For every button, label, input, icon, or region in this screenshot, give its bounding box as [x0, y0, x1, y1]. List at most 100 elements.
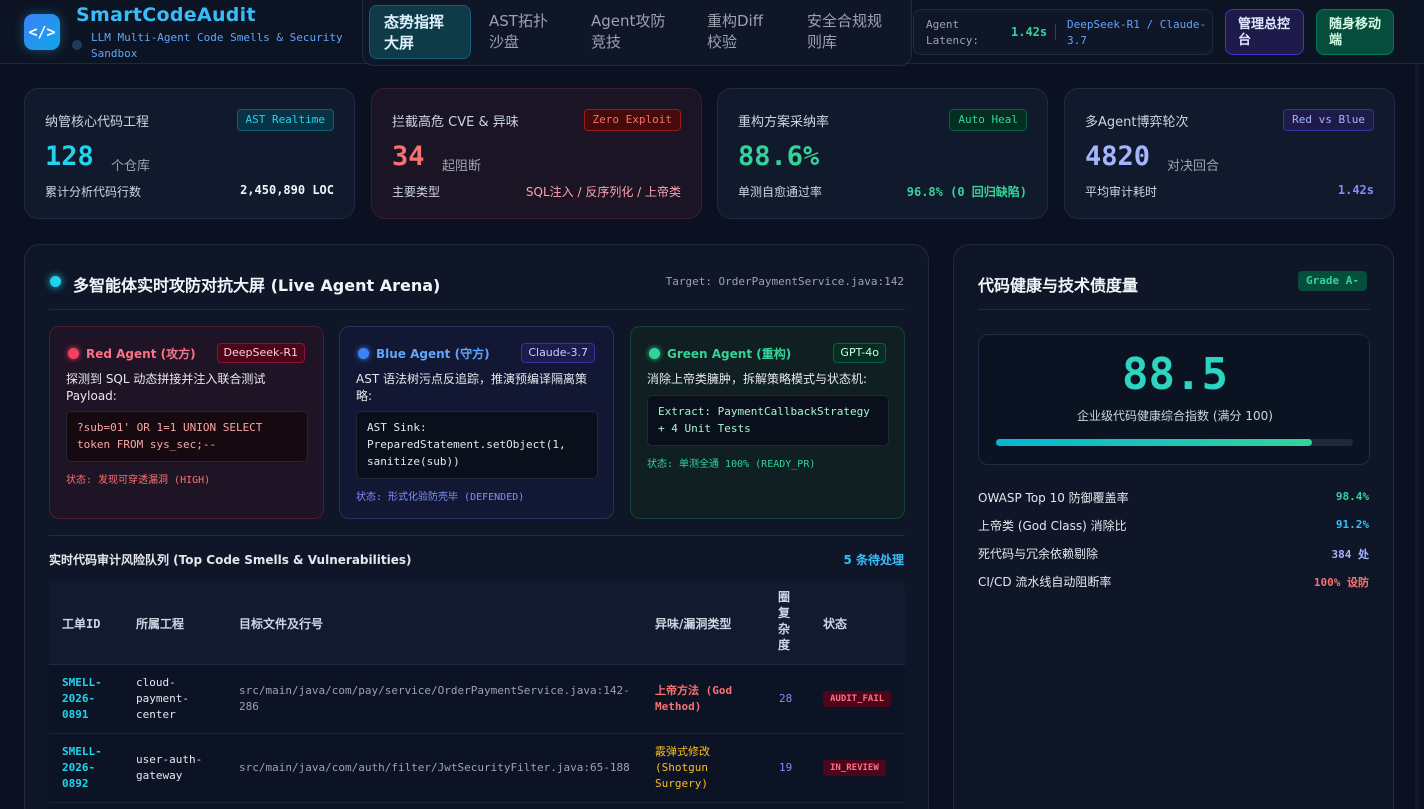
- smell-type: 上帝方法 (God Method): [655, 684, 733, 713]
- kpi-value: 4820: [1085, 141, 1151, 172]
- agent-name: Red Agent (攻方): [86, 347, 196, 361]
- admin-console-button[interactable]: 管理总控台: [1225, 9, 1304, 55]
- column-header-type: 异味/漏洞类型: [655, 617, 732, 631]
- health-title: 代码健康与技术债度量: [978, 276, 1139, 295]
- metric-value: 384 处: [1331, 548, 1370, 561]
- arena-title: 多智能体实时攻防对抗大屏 (Live Agent Arena): [73, 276, 441, 295]
- latency-value: 1.42s: [1011, 25, 1048, 39]
- risk-queue-table: 工单ID 所属工程 目标文件及行号 异味/漏洞类型 圈复杂度 状态 SMELL-…: [49, 581, 905, 809]
- kpi-label: 重构方案采纳率: [738, 115, 830, 130]
- nav-tab-agent-arena[interactable]: Agent攻防竞技: [577, 5, 689, 59]
- pending-count-link[interactable]: 5 条待处理: [843, 551, 904, 568]
- ticket-id[interactable]: SMELL-2026-0892: [62, 744, 118, 792]
- kpi-value: 128: [45, 141, 94, 172]
- agent-status: 状态: 形式化验防壳毕 (DEFENDED): [356, 492, 525, 503]
- agent-arena-panel: 多智能体实时攻防对抗大屏 (Live Agent Arena) Target: …: [24, 244, 929, 809]
- kpi-unit: 个仓库: [111, 159, 151, 174]
- green-agent-dot-icon: [649, 348, 660, 359]
- nav-tab-refactor-diff[interactable]: 重构Diff校验: [693, 5, 787, 59]
- blue-agent-card[interactable]: Blue Agent (守方) Claude-3.7 AST 语法树污点反追踪，…: [339, 326, 614, 519]
- metric-label: 上帝类 (God Class) 消除比: [978, 519, 1127, 533]
- health-score-box: 88.5 企业级代码健康综合指数 (满分 100): [978, 334, 1370, 465]
- grade-badge: Grade A-: [1298, 271, 1367, 291]
- agent-model-badge: Claude-3.7: [521, 343, 595, 363]
- agent-model-badge: DeepSeek-R1: [216, 343, 305, 363]
- metric-value: 91.2%: [1335, 518, 1369, 531]
- metric-label: OWASP Top 10 防御覆盖率: [978, 491, 1129, 505]
- ticket-id[interactable]: SMELL-2026-0891: [62, 675, 118, 723]
- kpi-foot-label: 平均审计耗时: [1085, 185, 1158, 199]
- file-path: src/main/java/com/pay/service/OrderPayme…: [239, 684, 630, 713]
- agent-description: 消除上帝类臃肿，拆解策略模式与状态机:: [647, 372, 868, 386]
- table-row[interactable]: SMELL-2026-0892 user-auth-gateway src/ma…: [49, 734, 905, 803]
- metric-value: 98.4%: [1335, 490, 1369, 503]
- health-score: 88.5: [1122, 349, 1228, 400]
- latency-divider: [1055, 24, 1056, 40]
- kpi-foot-label: 主要类型: [392, 185, 441, 199]
- kpi-badge: Auto Heal: [949, 109, 1027, 131]
- column-header-project: 所属工程: [136, 617, 185, 631]
- latency-label: Agent Latency:: [926, 18, 979, 47]
- agent-code-snippet: ?sub=01' OR 1=1 UNION SELECT token FROM …: [66, 411, 308, 462]
- kpi-foot-label: 单测自愈通过率: [738, 185, 823, 199]
- kpi-card-projects: 纳管核心代码工程 AST Realtime 128 个仓库 累计分析代码行数 2…: [24, 88, 355, 219]
- column-header-complexity: 圈复杂度: [778, 590, 791, 652]
- agent-code-snippet: AST Sink: PreparedStatement.setObject(1,…: [356, 411, 598, 479]
- kpi-foot-value: SQL注入 / 反序列化 / 上帝类: [525, 185, 681, 199]
- column-header-status: 状态: [823, 617, 848, 631]
- kpi-unit: 起阻断: [442, 159, 482, 174]
- divider: [49, 535, 905, 536]
- divider: [49, 309, 905, 310]
- nav-tab-dashboard[interactable]: 态势指挥大屏: [369, 5, 471, 59]
- nav-tab-compliance-rules[interactable]: 安全合规规则库: [793, 5, 909, 59]
- kpi-value: 88.6%: [738, 141, 820, 172]
- status-badge: AUDIT_FAIL: [823, 691, 892, 707]
- model-names: DeepSeek-R1 / Claude-3.7: [1067, 18, 1207, 47]
- project-name: cloud-payment-center: [136, 676, 189, 721]
- health-progress-fill: [996, 439, 1312, 446]
- agent-model-badge: GPT-4o: [833, 343, 886, 363]
- health-progress-track: [996, 439, 1353, 446]
- kpi-card-refactor-adoption: 重构方案采纳率 Auto Heal 88.6% 单测自愈通过率 96.8% (0…: [717, 88, 1048, 219]
- agent-name: Blue Agent (守方): [376, 347, 490, 361]
- agent-status: 状态: 单测全通 100% (READY_PR): [647, 459, 816, 470]
- table-row[interactable]: SMELL-2026-0891 cloud-payment-center src…: [49, 665, 905, 734]
- kpi-unit: 对决回合: [1167, 159, 1220, 174]
- kpi-foot-value: 1.42s: [1337, 183, 1374, 197]
- app-title: SmartCodeAudit: [76, 4, 256, 26]
- kpi-value: 34: [392, 141, 425, 172]
- kpi-badge: Zero Exploit: [583, 109, 681, 131]
- health-score-label: 企业级代码健康综合指数 (满分 100): [1077, 409, 1273, 423]
- kpi-badge: Red vs Blue: [1283, 109, 1374, 131]
- table-header: 工单ID 所属工程 目标文件及行号 异味/漏洞类型 圈复杂度 状态: [49, 581, 905, 665]
- smell-type: 霰弹式修改 (Shotgun Surgery): [655, 745, 710, 790]
- kpi-badge: AST Realtime: [236, 109, 334, 131]
- page-scrollbar[interactable]: [1415, 64, 1419, 809]
- red-agent-dot-icon: [68, 348, 79, 359]
- mobile-view-button[interactable]: 随身移动端: [1316, 9, 1394, 55]
- agent-code-snippet: Extract: PaymentCallbackStrategy + 4 Uni…: [647, 395, 889, 446]
- status-badge: IN_REVIEW: [823, 760, 886, 776]
- kpi-label: 拦截高危 CVE & 异味: [392, 115, 519, 130]
- file-path: src/main/java/com/auth/filter/JwtSecurit…: [239, 761, 630, 774]
- green-agent-card[interactable]: Green Agent (重构) GPT-4o 消除上帝类臃肿，拆解策略模式与状…: [630, 326, 905, 519]
- agent-description: 探测到 SQL 动态拼接并注入联合测试 Payload:: [66, 372, 266, 403]
- kpi-card-agent-rounds: 多Agent博弈轮次 Red vs Blue 4820 对决回合 平均审计耗时 …: [1064, 88, 1395, 219]
- code-health-panel: 代码健康与技术债度量 Grade A- 88.5 企业级代码健康综合指数 (满分…: [953, 244, 1394, 809]
- live-indicator-icon: [50, 276, 61, 287]
- agent-status: 状态: 发现可穿透漏洞 (HIGH): [66, 475, 211, 486]
- agent-latency-panel: Agent Latency: 1.42s DeepSeek-R1 / Claud…: [913, 9, 1213, 55]
- code-logo-icon: </>: [24, 14, 60, 50]
- risk-queue-title: 实时代码审计风险队列 (Top Code Smells & Vulnerabil…: [49, 553, 412, 567]
- project-name: user-auth-gateway: [136, 753, 203, 782]
- main-nav: 态势指挥大屏 AST拓扑沙盘 Agent攻防竞技 重构Diff校验 安全合规规则…: [362, 0, 912, 66]
- top-header: </> SmartCodeAudit LLM Multi-Agent Code …: [0, 0, 1424, 66]
- nav-tab-ast-topology[interactable]: AST拓扑沙盘: [475, 5, 571, 59]
- app-subtitle: LLM Multi-Agent Code Smells & Security S…: [91, 31, 343, 60]
- red-agent-card[interactable]: Red Agent (攻方) DeepSeek-R1 探测到 SQL 动态拼接并…: [49, 326, 324, 519]
- logo-glyph: </>: [28, 23, 56, 41]
- metric-label: CI/CD 流水线自动阻断率: [978, 575, 1112, 589]
- agent-description: AST 语法树污点反追踪，推演预编译隔离策略:: [356, 372, 587, 403]
- kpi-foot-value: 2,450,890 LOC: [240, 183, 334, 197]
- blue-agent-dot-icon: [358, 348, 369, 359]
